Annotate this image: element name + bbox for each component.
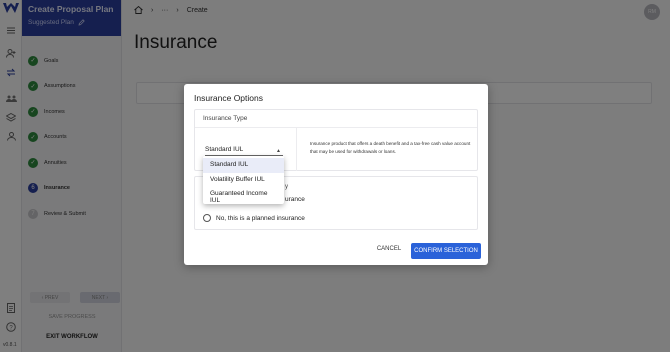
cancel-button[interactable]: CANCEL [375,242,403,256]
radio-existing-insurance[interactable]: urance [285,196,305,203]
insurance-status-question: y [285,184,288,190]
caret-up-icon: ▲ [276,148,281,154]
insurance-description: Insurance product that offers a death be… [310,141,471,154]
radio-existing-label: urance [285,196,305,203]
confirm-selection-button[interactable]: CONFIRM SELECTION [411,243,481,259]
divider [296,128,297,171]
insurance-type-label: Insurance Type [195,110,477,128]
radio-circle[interactable] [203,214,211,222]
option-guaranteed-income-iul[interactable]: Guaranteed Income IUL [203,187,284,204]
insurance-type-select[interactable]: Standard IUL ▲ [205,144,283,156]
radio-planned-insurance[interactable]: No, this is a planned insurance [203,214,305,222]
option-volatility-buffer-iul[interactable]: Volatility Buffer IUL [203,173,284,188]
radio-planned-label: No, this is a planned insurance [216,214,305,222]
selected-type: Standard IUL [205,146,244,153]
insurance-type-dropdown: Standard IUL Volatility Buffer IUL Guara… [203,156,284,204]
modal-title: Insurance Options [194,93,263,103]
option-standard-iul[interactable]: Standard IUL [203,158,284,173]
